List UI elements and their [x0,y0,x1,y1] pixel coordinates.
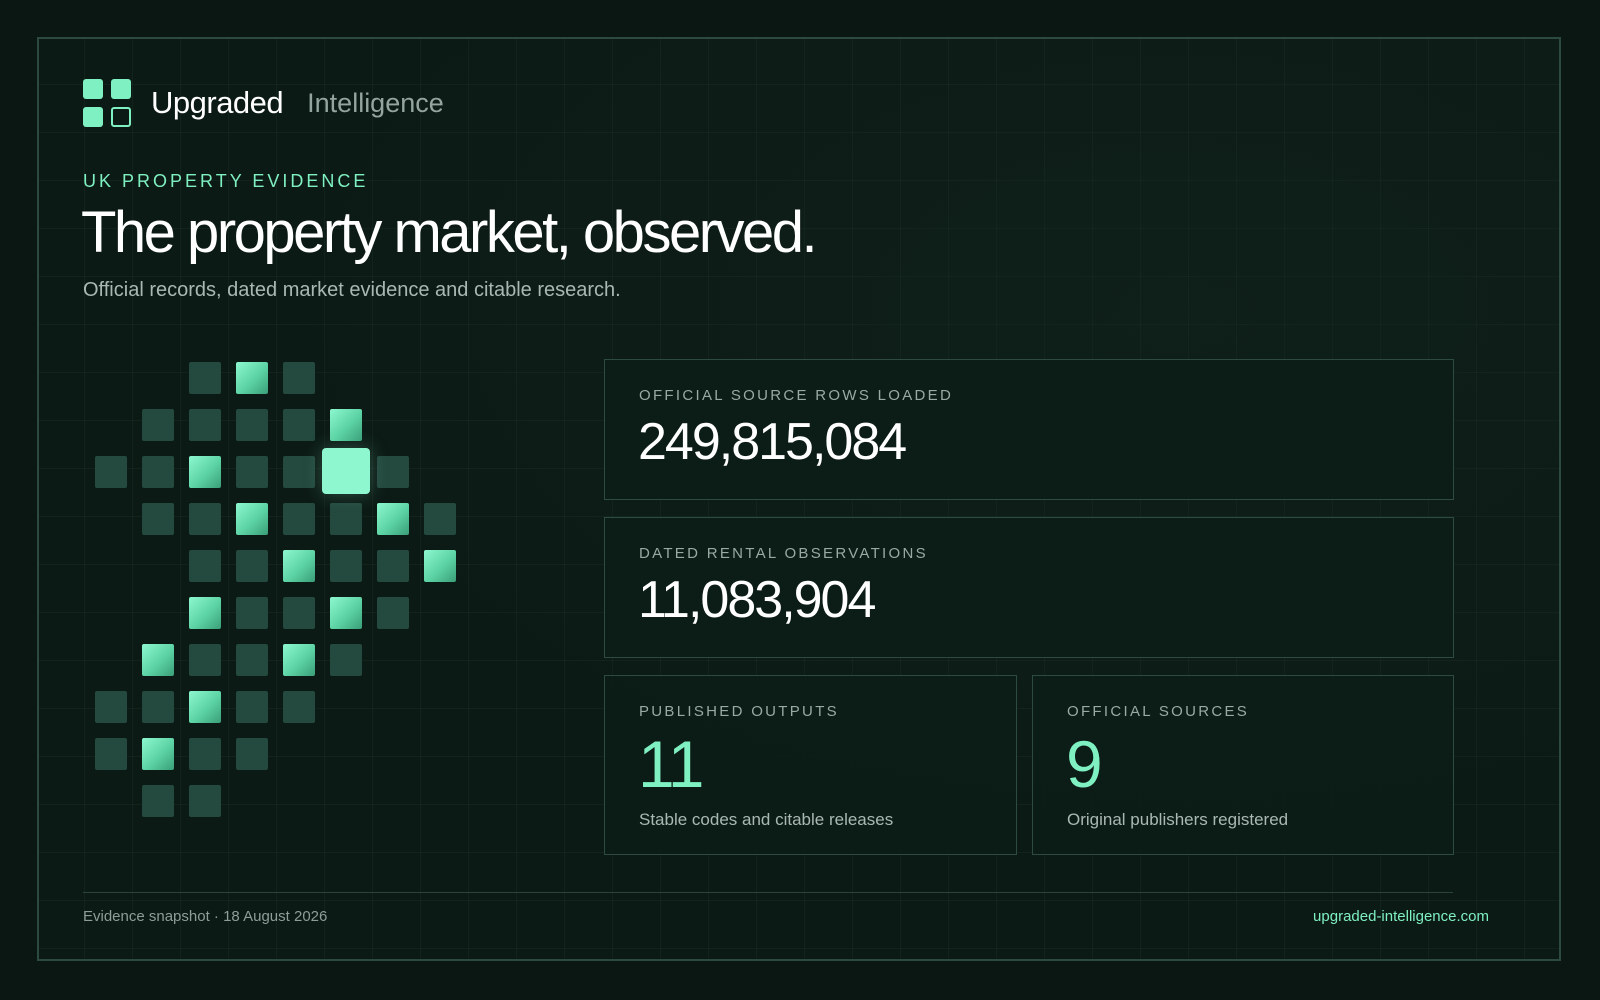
map-tile [330,503,362,535]
map-tile [377,503,409,535]
stat-note: Stable codes and citable releases [639,810,894,829]
map-tile [330,409,362,441]
map-tile [142,456,174,488]
map-tile [236,738,268,770]
map-tile [189,456,221,488]
map-tile [189,550,221,582]
map-tile [95,738,127,770]
map-tile [283,597,315,629]
map-tile [142,644,174,676]
map-tile [189,362,221,394]
stat-value: 11 [638,727,705,801]
map-tile [330,550,362,582]
map-tile [283,644,315,676]
map-tile [142,691,174,723]
stat-label: OFFICIAL SOURCES [1067,703,1250,720]
footer-divider [83,892,1453,893]
uk-tile-map-graphic [39,39,559,939]
snapshot-frame: Upgraded Intelligence UK PROPERTY EVIDEN… [37,37,1561,961]
map-tile [377,597,409,629]
map-tile [236,456,268,488]
map-tile [377,550,409,582]
map-tile [424,503,456,535]
map-tile [189,597,221,629]
map-tile [236,597,268,629]
map-tile [236,644,268,676]
stat-card-published-outputs: PUBLISHED OUTPUTS 11 Stable codes and ci… [604,675,1017,855]
map-tile [283,456,315,488]
stat-card-official-sources: OFFICIAL SOURCES 9 Original publishers r… [1032,675,1454,855]
website-link[interactable]: upgraded-intelligence.com [1313,908,1489,925]
map-tile [283,550,315,582]
map-tile [142,738,174,770]
stat-value: 11,083,904 [638,571,876,629]
map-tile [283,691,315,723]
map-tile [236,362,268,394]
map-tile [95,691,127,723]
map-tile [142,785,174,817]
map-tile [236,503,268,535]
map-tile [330,644,362,676]
stat-value: 9 [1066,727,1103,801]
map-tile [142,503,174,535]
stat-card-rental-observations: DATED RENTAL OBSERVATIONS 11,083,904 [604,517,1454,658]
map-tile [377,456,409,488]
map-tile [189,409,221,441]
stat-note: Original publishers registered [1067,810,1289,829]
map-tile [236,691,268,723]
map-tile [189,738,221,770]
map-tile [236,550,268,582]
map-tile [189,644,221,676]
map-tile [283,503,315,535]
map-tile [142,409,174,441]
stat-label: DATED RENTAL OBSERVATIONS [639,545,928,562]
stat-card-source-rows: OFFICIAL SOURCE ROWS LOADED 249,815,084 [604,359,1454,500]
stat-value: 249,815,084 [638,413,907,471]
stat-label: PUBLISHED OUTPUTS [639,703,839,720]
map-tile [283,409,315,441]
map-tile [330,597,362,629]
map-tile [283,362,315,394]
map-tile [189,503,221,535]
map-tile-highlight [322,448,370,494]
map-tile [236,409,268,441]
map-tile [189,691,221,723]
map-tile [189,785,221,817]
map-tile [95,456,127,488]
snapshot-date: Evidence snapshot · 18 August 2026 [83,908,328,925]
stat-label: OFFICIAL SOURCE ROWS LOADED [639,387,954,404]
map-tile [424,550,456,582]
